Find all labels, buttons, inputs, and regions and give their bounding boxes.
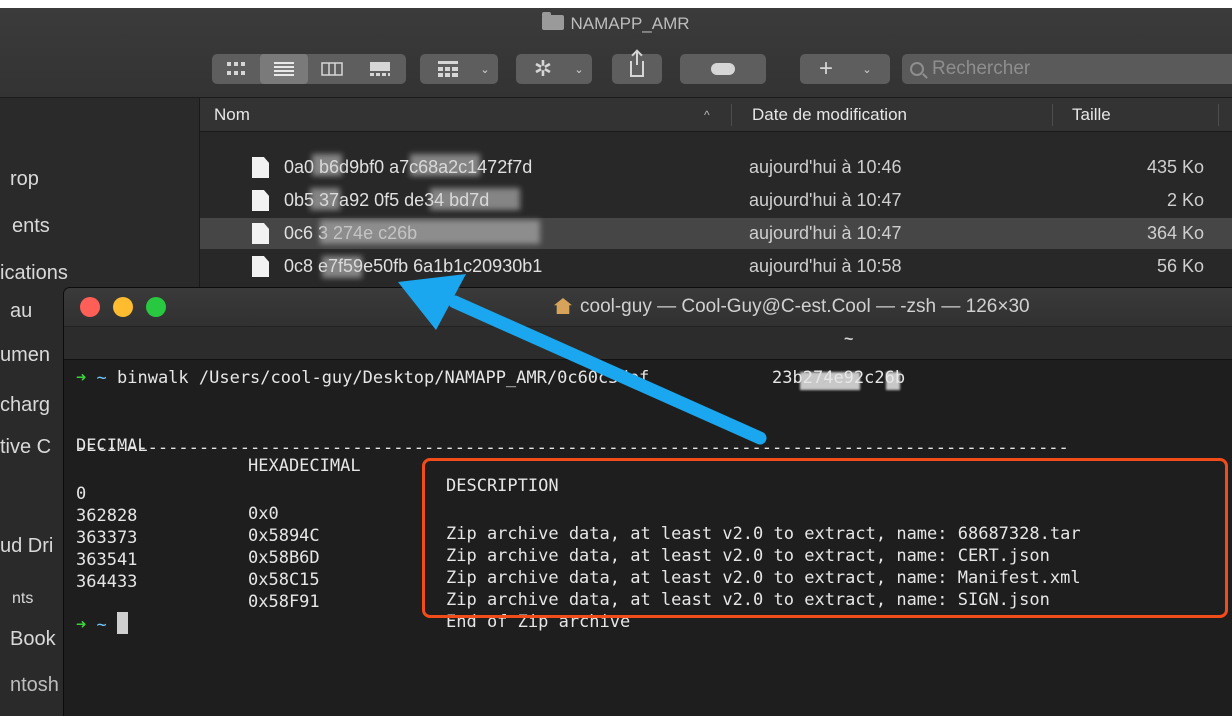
folder-icon xyxy=(542,12,565,30)
cell-decimal: 364433 xyxy=(76,572,138,592)
icon-view-button[interactable] xyxy=(212,54,260,84)
sidebar-item[interactable]: ud Dri xyxy=(0,535,64,558)
sidebar-item[interactable]: ications xyxy=(0,262,68,285)
arrange-grid-icon xyxy=(420,54,476,84)
terminal-title: cool-guy — Cool-Guy@C-est.Cool — -zsh — … xyxy=(554,296,1030,318)
file-size: 2 Ko xyxy=(1166,190,1204,210)
close-button[interactable] xyxy=(80,297,100,317)
search-icon xyxy=(910,62,924,76)
terminal-tab-label: ~ xyxy=(844,331,854,348)
file-size: 364 Ko xyxy=(1146,223,1204,243)
redaction-blur xyxy=(320,220,540,244)
file-row[interactable]: 0a0 b6d9bf0 a7c68a2c1472f7d aujourd'hui … xyxy=(200,152,1232,183)
share-button[interactable] xyxy=(612,51,662,84)
redaction-blur xyxy=(310,188,340,210)
column-divider xyxy=(1218,104,1219,126)
view-mode-group xyxy=(212,54,406,84)
text-cursor xyxy=(117,612,128,634)
prompt-line: ➜ ~ xyxy=(76,612,128,635)
cell-hex: 0x58F91 xyxy=(248,592,320,612)
file-row[interactable]: 0b5 37a92 0f5 de34 bd7d aujourd'hui à 10… xyxy=(200,185,1232,216)
chevron-down-icon: ⌄ xyxy=(574,63,584,76)
sidebar-item[interactable]: umen xyxy=(0,344,64,367)
sidebar-item[interactable]: rop xyxy=(10,168,39,191)
sidebar-item[interactable]: tive C xyxy=(0,436,64,459)
chevron-down-icon: ⌄ xyxy=(862,63,872,76)
file-date: aujourd'hui à 10:46 xyxy=(749,157,902,177)
gear-icon: ✲ xyxy=(533,56,553,81)
terminal-titlebar: cool-guy — Cool-Guy@C-est.Cool — -zsh — … xyxy=(64,288,1232,326)
finder-title: NAMAPP_AMR xyxy=(0,12,1232,34)
prompt-dir: ~ xyxy=(96,615,107,635)
finder-title-text: NAMAPP_AMR xyxy=(570,14,690,33)
document-icon xyxy=(252,157,269,178)
arrange-button[interactable]: ⌄ xyxy=(420,54,498,84)
redaction-blur xyxy=(886,372,900,390)
search-input[interactable]: Rechercher xyxy=(902,54,1232,84)
terminal-tab[interactable]: ~ xyxy=(64,326,1232,360)
document-icon xyxy=(252,223,269,244)
terminal-title-text: cool-guy — Cool-Guy@C-est.Cool — -zsh — … xyxy=(580,296,1030,317)
minimize-button[interactable] xyxy=(113,297,133,317)
list-icon xyxy=(274,62,294,76)
sidebar-item[interactable]: ntosh xyxy=(10,674,64,697)
plus-icon: + xyxy=(818,55,833,82)
command-line: ➜ ~ binwalk /Users/cool-guy/Desktop/NAMA… xyxy=(76,368,905,388)
column-name[interactable]: Nom xyxy=(214,98,250,132)
sidebar-item[interactable]: charg xyxy=(0,394,64,417)
search-placeholder: Rechercher xyxy=(932,58,1031,79)
redaction-blur xyxy=(410,154,480,176)
sidebar-item[interactable]: au xyxy=(10,300,32,323)
column-date[interactable]: Date de modification xyxy=(752,98,907,132)
redaction-blur xyxy=(322,256,362,278)
gallery-icon xyxy=(370,62,390,76)
home-icon xyxy=(554,298,572,314)
file-date: aujourd'hui à 10:47 xyxy=(749,190,902,210)
prompt-arrow-icon: ➜ xyxy=(76,368,87,388)
file-date: aujourd'hui à 10:58 xyxy=(749,256,902,276)
sidebar-item[interactable]: nts xyxy=(12,590,64,608)
file-date: aujourd'hui à 10:47 xyxy=(749,223,902,243)
chevron-down-icon: ⌄ xyxy=(480,63,490,76)
tag-icon-wrap xyxy=(680,54,766,84)
redaction-blur xyxy=(312,154,342,176)
column-size[interactable]: Taille xyxy=(1072,98,1111,132)
redaction-blur xyxy=(800,372,860,390)
list-view-button[interactable] xyxy=(260,54,308,84)
grid-icon xyxy=(227,62,245,75)
action-button[interactable]: ✲ ⌄ xyxy=(516,54,592,84)
zoom-button[interactable] xyxy=(146,297,166,317)
highlight-box xyxy=(422,458,1228,618)
column-divider xyxy=(1052,104,1053,126)
sidebar-item[interactable]: ents xyxy=(12,215,50,238)
tag-icon xyxy=(711,63,735,75)
gallery-view-button[interactable] xyxy=(356,54,404,84)
new-item-button[interactable]: + ⌄ xyxy=(800,54,890,84)
column-view-button[interactable] xyxy=(308,54,356,84)
column-divider xyxy=(731,104,732,126)
command-text: binwalk /Users/cool-guy/Desktop/NAMAPP_A… xyxy=(117,368,906,388)
finder-toolbar: NAMAPP_AMR ⌄ ✲ ⌄ + ⌄ Rechercher xyxy=(0,8,1232,98)
document-icon xyxy=(252,190,269,211)
redaction-blur xyxy=(430,188,520,210)
sidebar-item[interactable]: Book xyxy=(10,628,64,651)
prompt-arrow-icon: ➜ xyxy=(76,615,87,635)
document-icon xyxy=(252,256,269,277)
sort-chevron-up-icon: ^ xyxy=(704,108,710,122)
column-header: Nom ^ Date de modification Taille xyxy=(200,98,1232,132)
share-icon-wrap xyxy=(612,51,662,84)
file-size: 435 Ko xyxy=(1146,157,1204,177)
share-icon xyxy=(630,51,644,77)
tag-button[interactable] xyxy=(680,54,766,84)
prompt-dir: ~ xyxy=(96,368,107,388)
separator-line: ----------------------------------------… xyxy=(76,438,1066,458)
columns-icon xyxy=(321,62,343,76)
file-size: 56 Ko xyxy=(1156,256,1204,276)
